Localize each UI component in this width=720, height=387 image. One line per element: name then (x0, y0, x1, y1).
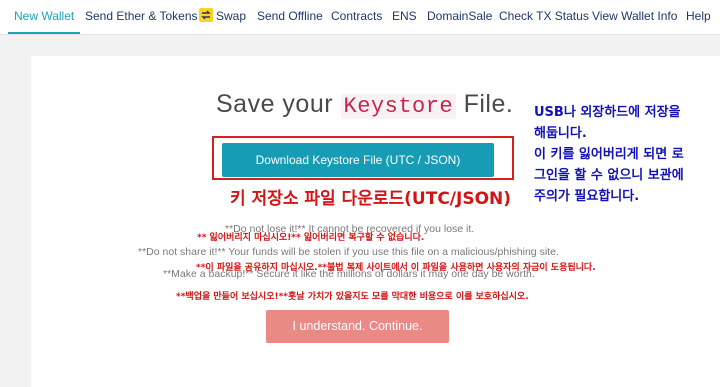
side-annotation: USB나 외장하드에 저장을 해둡니다. 이 키를 잃어버리게 되면 로 그인을… (534, 102, 714, 207)
nav-send-offline[interactable]: Send Offline (257, 0, 323, 34)
warning-backup-kr: **백업을 만들어 보십시오!**훗날 가치가 있을지도 모를 막대한 비용으로… (176, 292, 529, 302)
nav-swap-label: Swap (216, 9, 247, 23)
nav-domainsale[interactable]: DomainSale (427, 0, 492, 34)
side-annotation-line: 그인을 할 수 없으니 보관에 (534, 168, 684, 183)
side-annotation-line: 이 키를 잃어버리게 되면 로 (534, 147, 684, 162)
download-annotation: 키 저장소 파일 다운로드(UTC/JSON) (230, 189, 512, 209)
nav-new-wallet[interactable]: New Wallet (8, 0, 81, 34)
side-annotation-line: 해둡니다. (534, 126, 587, 141)
warning-backup: **Make a backup!** Secure it like the mi… (163, 268, 535, 280)
nav-ens[interactable]: ENS (392, 0, 417, 34)
download-keystore-button[interactable]: Download Keystore File (UTC / JSON) (222, 143, 494, 177)
nav-contracts[interactable]: Contracts (331, 0, 382, 34)
swap-icon (199, 8, 213, 22)
warning-share-it: **Do not share it!** Your funds will be … (138, 246, 559, 258)
title-keystore-code: Keystore (340, 94, 457, 119)
page-title: Save your Keystore File. (216, 90, 513, 119)
nav-help[interactable]: Help (686, 0, 711, 34)
side-annotation-line: USB나 외장하드에 저장을 (534, 105, 681, 120)
nav-swap[interactable]: Swap (199, 0, 246, 34)
title-prefix: Save your (216, 90, 334, 118)
nav-view-wallet-info[interactable]: View Wallet Info (592, 0, 677, 34)
title-suffix: File. (463, 90, 514, 118)
side-annotation-line: 주의가 필요합니다. (534, 189, 640, 204)
warning-lose-it-kr: ** 잃어버리지 마십시오!** 잃어버리면 복구할 수 없습니다. (197, 233, 425, 243)
nav-send-ether-tokens[interactable]: Send Ether & Tokens (85, 0, 198, 34)
continue-button[interactable]: I understand. Continue. (266, 310, 449, 343)
top-navigation: New Wallet Send Ether & Tokens Swap Send… (0, 0, 720, 35)
nav-check-tx-status[interactable]: Check TX Status (499, 0, 589, 34)
